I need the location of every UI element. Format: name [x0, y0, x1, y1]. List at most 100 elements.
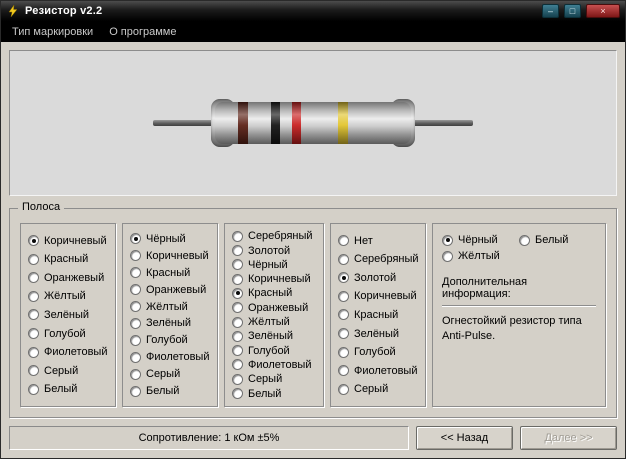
radio-option[interactable]: Зелёный [232, 330, 316, 342]
radio-option[interactable]: Серый [28, 365, 108, 377]
radio-option[interactable]: Фиолетовый [130, 351, 210, 363]
radio-option[interactable]: Зелёный [28, 309, 108, 321]
radio-option[interactable]: Золотой [338, 272, 418, 284]
next-button[interactable]: Далее >> [520, 426, 617, 450]
radio-option[interactable]: Фиолетовый [28, 346, 108, 358]
extra-info-panel: Чёрный Белый Жёлтый Дополнительная информа… [432, 223, 606, 407]
radio-label: Оранжевый [44, 271, 105, 284]
radio-option[interactable]: Серый [338, 383, 418, 395]
radio-icon [130, 351, 141, 363]
resistance-status-panel: Сопротивление: 1 кОм ±5% [9, 426, 409, 450]
band-columns: Коричневый Красный Оранжевый Жёлтый Зелёный Г… [10, 209, 616, 417]
app-window: Резистор v2.2 – □ × Тип маркировки О про… [0, 0, 626, 459]
radio-option[interactable]: Фиолетовый [338, 365, 418, 377]
radio-icon [338, 328, 349, 340]
radio-label: Зелёный [248, 330, 294, 343]
footer: Сопротивление: 1 кОм ±5% << Назад Далее … [9, 426, 617, 450]
radio-option[interactable]: Жёлтый [232, 316, 316, 328]
radio-label: Жёлтый [248, 316, 290, 329]
radio-option[interactable]: Красный [338, 309, 418, 321]
radio-option[interactable]: Белый [232, 388, 316, 400]
menu-item-about[interactable]: О программе [104, 24, 181, 40]
radio-icon [338, 383, 349, 395]
radio-icon [338, 253, 349, 265]
close-button[interactable]: × [586, 4, 620, 18]
resistor-image [153, 99, 473, 147]
radio-option[interactable]: Чёрный [130, 233, 210, 245]
radio-option[interactable]: Коричневый [28, 235, 108, 247]
radio-label: Фиолетовый [354, 364, 418, 377]
radio-option[interactable]: Чёрный [442, 232, 519, 248]
radio-icon [232, 330, 243, 342]
radio-icon [232, 373, 243, 385]
radio-option[interactable]: Серебряный [338, 253, 419, 265]
maximize-button[interactable]: □ [564, 4, 581, 18]
radio-option[interactable]: Голубой [232, 345, 316, 357]
radio-icon [28, 365, 39, 377]
radio-option[interactable]: Оранжевый [130, 284, 210, 296]
radio-option[interactable]: Оранжевый [232, 302, 316, 314]
radio-option[interactable]: Чёрный [232, 259, 316, 271]
radio-label: Жёлтый [458, 250, 500, 262]
radio-option[interactable]: Жёлтый [130, 301, 210, 313]
band-groupbox-label: Полоса [18, 201, 65, 213]
radio-option[interactable]: Красный [130, 267, 210, 279]
radio-icon [338, 272, 349, 284]
radio-option[interactable]: Голубой [28, 328, 108, 340]
radio-option[interactable]: Нет [338, 235, 418, 247]
radio-label: Зелёный [44, 308, 90, 321]
radio-icon [28, 328, 39, 340]
radio-option[interactable]: Белый [130, 385, 210, 397]
radio-icon [130, 301, 141, 313]
radio-option[interactable]: Красный [232, 287, 316, 299]
band-column-extra: Чёрный Белый Жёлтый [442, 232, 596, 264]
radio-icon [232, 388, 243, 400]
radio-label: Голубой [354, 346, 396, 359]
radio-icon [232, 259, 243, 271]
radio-option[interactable]: Голубой [338, 346, 418, 358]
radio-option[interactable]: Белый [28, 383, 108, 395]
radio-icon [442, 250, 453, 262]
minimize-button[interactable]: – [542, 4, 559, 18]
client-area: Полоса Коричневый Красный Оранжевый Жёлтый З… [1, 42, 625, 458]
radio-option[interactable]: Коричневый [232, 273, 316, 285]
radio-label: Серебряный [248, 230, 313, 243]
brown-band [238, 102, 248, 144]
band-column-first-digit: Коричневый Красный Оранжевый Жёлтый Зелёный Г… [20, 223, 116, 407]
radio-label: Белый [248, 387, 282, 400]
radio-label: Фиолетовый [248, 358, 312, 371]
radio-icon [442, 234, 453, 246]
menu-item-marking-type[interactable]: Тип маркировки [7, 24, 98, 40]
radio-icon [28, 383, 39, 395]
radio-icon [338, 365, 349, 377]
radio-label: Голубой [44, 327, 86, 340]
radio-option[interactable]: Серый [232, 373, 316, 385]
radio-option[interactable]: Белый [519, 232, 596, 248]
radio-icon [232, 273, 243, 285]
back-button[interactable]: << Назад [416, 426, 513, 450]
radio-icon [519, 234, 530, 246]
resistor-body [215, 102, 411, 144]
radio-label: Чёрный [458, 234, 498, 246]
radio-option[interactable]: Коричневый [130, 250, 210, 262]
radio-icon [130, 267, 141, 279]
band-column-multiplier: Серебряный Золотой Чёрный Коричневый Красный… [224, 223, 324, 407]
radio-option[interactable]: Жёлтый [442, 248, 519, 264]
radio-option[interactable]: Зелёный [130, 317, 210, 329]
radio-option[interactable]: Коричневый [338, 290, 418, 302]
window-title: Резистор v2.2 [25, 5, 103, 17]
radio-option[interactable]: Красный [28, 253, 108, 265]
resistance-value: Сопротивление: 1 кОм ±5% [138, 432, 280, 444]
radio-option[interactable]: Жёлтый [28, 290, 108, 302]
extra-info-label: Дополнительная информация: [442, 276, 528, 300]
radio-option[interactable]: Голубой [130, 334, 210, 346]
radio-option[interactable]: Фиолетовый [232, 359, 316, 371]
radio-option[interactable]: Зелёный [338, 328, 418, 340]
radio-option[interactable]: Серый [130, 368, 210, 380]
radio-option[interactable]: Золотой [232, 245, 316, 257]
radio-label: Красный [146, 266, 191, 279]
radio-option[interactable]: Оранжевый [28, 272, 108, 284]
band-column-second-digit: Чёрный Коричневый Красный Оранжевый Жёлтый Зе… [122, 223, 218, 407]
radio-icon [338, 290, 349, 302]
radio-option[interactable]: Серебряный [232, 230, 316, 242]
